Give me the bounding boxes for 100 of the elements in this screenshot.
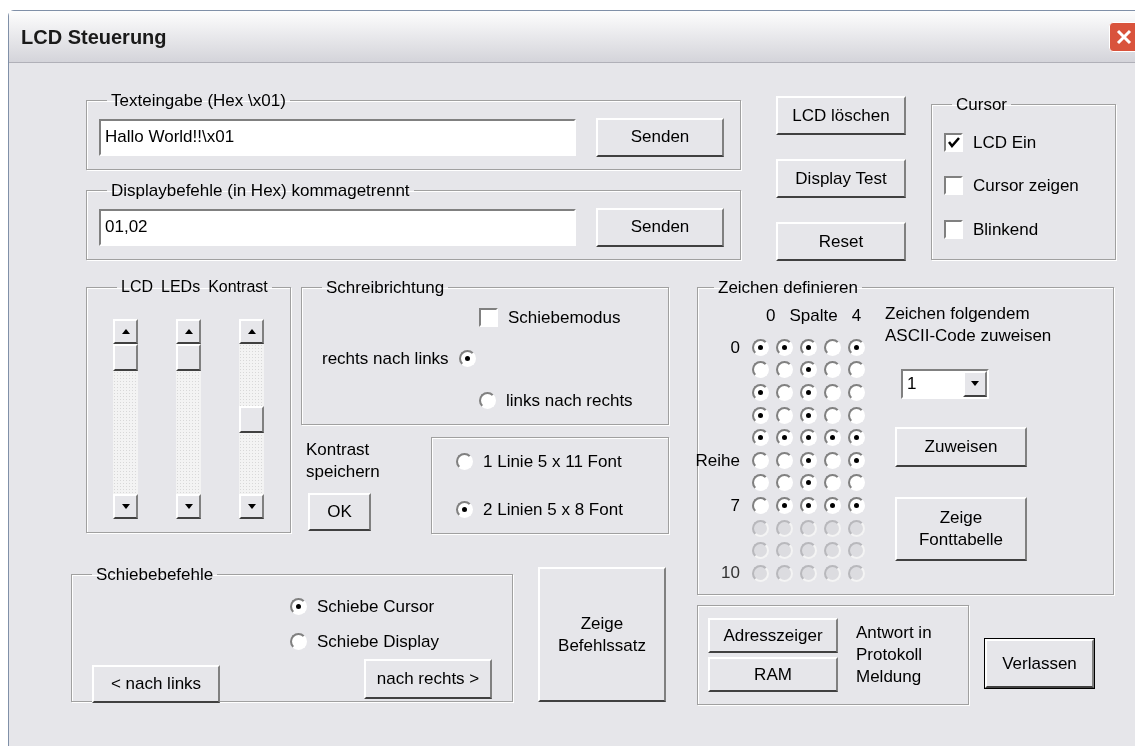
- scroll-up-button[interactable]: [113, 319, 138, 344]
- radio-button[interactable]: [752, 451, 769, 469]
- radio-button[interactable]: [848, 406, 865, 424]
- radio-button[interactable]: [776, 474, 793, 492]
- radio-button[interactable]: [800, 451, 817, 469]
- radio-button[interactable]: [848, 338, 865, 356]
- radio-button[interactable]: [848, 384, 865, 401]
- scroll-down-button[interactable]: [239, 494, 264, 519]
- checkbox[interactable]: [944, 176, 963, 196]
- radio-button[interactable]: [752, 429, 769, 447]
- radio-button[interactable]: [776, 429, 793, 447]
- radio-button[interactable]: [290, 597, 307, 615]
- radio-button[interactable]: [848, 361, 865, 379]
- radio-button[interactable]: [776, 496, 793, 514]
- scrollbar-thumb[interactable]: [113, 344, 138, 371]
- column-label: Spalte: [789, 304, 838, 327]
- ascii-code-dropdown[interactable]: 1: [901, 368, 989, 399]
- close-button[interactable]: [1109, 21, 1135, 52]
- radio-button[interactable]: [800, 406, 817, 424]
- radio-button[interactable]: [776, 384, 793, 401]
- radio-button[interactable]: [848, 429, 865, 447]
- check-icon: [947, 136, 960, 148]
- label: Schiebe Display: [317, 631, 439, 653]
- label: Cursor zeigen: [973, 175, 1079, 197]
- scroll-down-button[interactable]: [176, 494, 201, 519]
- group-label: Cursor: [955, 94, 1008, 116]
- action-button[interactable]: Display Test: [776, 159, 906, 198]
- radio-button[interactable]: [479, 391, 496, 409]
- action-button[interactable]: LCD löschen: [776, 96, 906, 135]
- radio-button[interactable]: [848, 474, 865, 492]
- scrollbar-thumb[interactable]: [176, 344, 201, 371]
- up-arrow-icon: [184, 329, 193, 334]
- radio-button[interactable]: [848, 451, 865, 469]
- radio-button[interactable]: [800, 474, 817, 492]
- label: LCD Ein: [973, 131, 1037, 154]
- radio-button[interactable]: [290, 633, 307, 651]
- radio-button[interactable]: [824, 338, 841, 356]
- scrollbar-label: LCD: [121, 277, 153, 297]
- checkbox[interactable]: [944, 132, 963, 152]
- radio-button[interactable]: [824, 451, 841, 469]
- response-button[interactable]: RAM: [708, 657, 838, 692]
- send-button[interactable]: Senden: [596, 207, 724, 247]
- radio-button[interactable]: [752, 406, 769, 424]
- scrollbar-thumb[interactable]: [239, 406, 264, 433]
- up-arrow-icon: [247, 329, 256, 334]
- radio-button[interactable]: [824, 406, 841, 424]
- radio-button[interactable]: [800, 361, 817, 379]
- radio-button[interactable]: [824, 384, 841, 401]
- radio-button[interactable]: [752, 338, 769, 356]
- font-table-button[interactable]: Zeige Fonttabelle: [895, 496, 1027, 561]
- down-arrow-icon: [121, 504, 130, 509]
- label: 2 Linien 5 x 8 Font: [483, 498, 623, 521]
- label: 1 Linie 5 x 11 Font: [483, 451, 622, 473]
- shift-left-button[interactable]: < nach links: [92, 664, 220, 703]
- response-button[interactable]: Adresszeiger: [708, 618, 838, 653]
- send-button[interactable]: Senden: [596, 117, 724, 157]
- radio-button[interactable]: [456, 453, 473, 471]
- radio-button[interactable]: [848, 496, 865, 514]
- radio-button[interactable]: [776, 361, 793, 379]
- scroll-up-button[interactable]: [239, 319, 264, 344]
- radio-button[interactable]: [752, 496, 769, 514]
- group-label: Displaybefehle (in Hex) kommagetrennt: [110, 180, 411, 202]
- shift-right-button[interactable]: nach rechts >: [364, 658, 492, 699]
- scroll-up-button[interactable]: [176, 319, 201, 344]
- radio-button[interactable]: [456, 500, 473, 518]
- label: Zeichen folgendem ASCII-Code zuweisen: [885, 302, 1053, 347]
- radio-button[interactable]: [824, 496, 841, 514]
- radio-button[interactable]: [776, 451, 793, 469]
- show-commands-button[interactable]: Zeige Befehlssatz: [538, 567, 666, 702]
- radio-button[interactable]: [824, 361, 841, 379]
- scrollbar-label: Kontrast: [208, 277, 268, 297]
- radio-button[interactable]: [752, 361, 769, 379]
- radio-button[interactable]: [800, 429, 817, 447]
- radio-button[interactable]: [800, 384, 817, 401]
- ok-button[interactable]: OK: [308, 493, 371, 531]
- checkbox[interactable]: [944, 219, 963, 239]
- window-title: LCD Steuerung: [21, 24, 167, 50]
- label: Schiebemodus: [508, 306, 621, 329]
- text-field[interactable]: 01,02: [99, 208, 576, 246]
- scrollbar-label: LEDs: [161, 277, 201, 297]
- action-button[interactable]: Reset: [776, 222, 906, 261]
- radio-button[interactable]: [824, 474, 841, 492]
- radio-button[interactable]: [776, 338, 793, 356]
- radio-button[interactable]: [800, 496, 817, 514]
- radio-button[interactable]: [800, 338, 817, 356]
- radio-button[interactable]: [752, 384, 769, 401]
- radio-button[interactable]: [824, 429, 841, 447]
- label: Antwort in Protokoll Meldung: [856, 622, 933, 688]
- assign-button[interactable]: Zuweisen: [895, 426, 1027, 467]
- radio-button[interactable]: [752, 474, 769, 492]
- row-label: Reihe: [695, 449, 740, 472]
- radio-button[interactable]: [458, 350, 476, 368]
- checkbox[interactable]: [479, 307, 498, 327]
- dropdown-button[interactable]: [963, 370, 987, 397]
- text-field[interactable]: Hallo World!!\x01: [99, 118, 576, 156]
- radio-button[interactable]: [776, 406, 793, 424]
- scroll-down-button[interactable]: [113, 494, 138, 519]
- group-label: Schiebebefehle: [95, 564, 215, 586]
- label: Blinkend: [973, 218, 1039, 241]
- exit-button[interactable]: Verlassen: [984, 638, 1095, 689]
